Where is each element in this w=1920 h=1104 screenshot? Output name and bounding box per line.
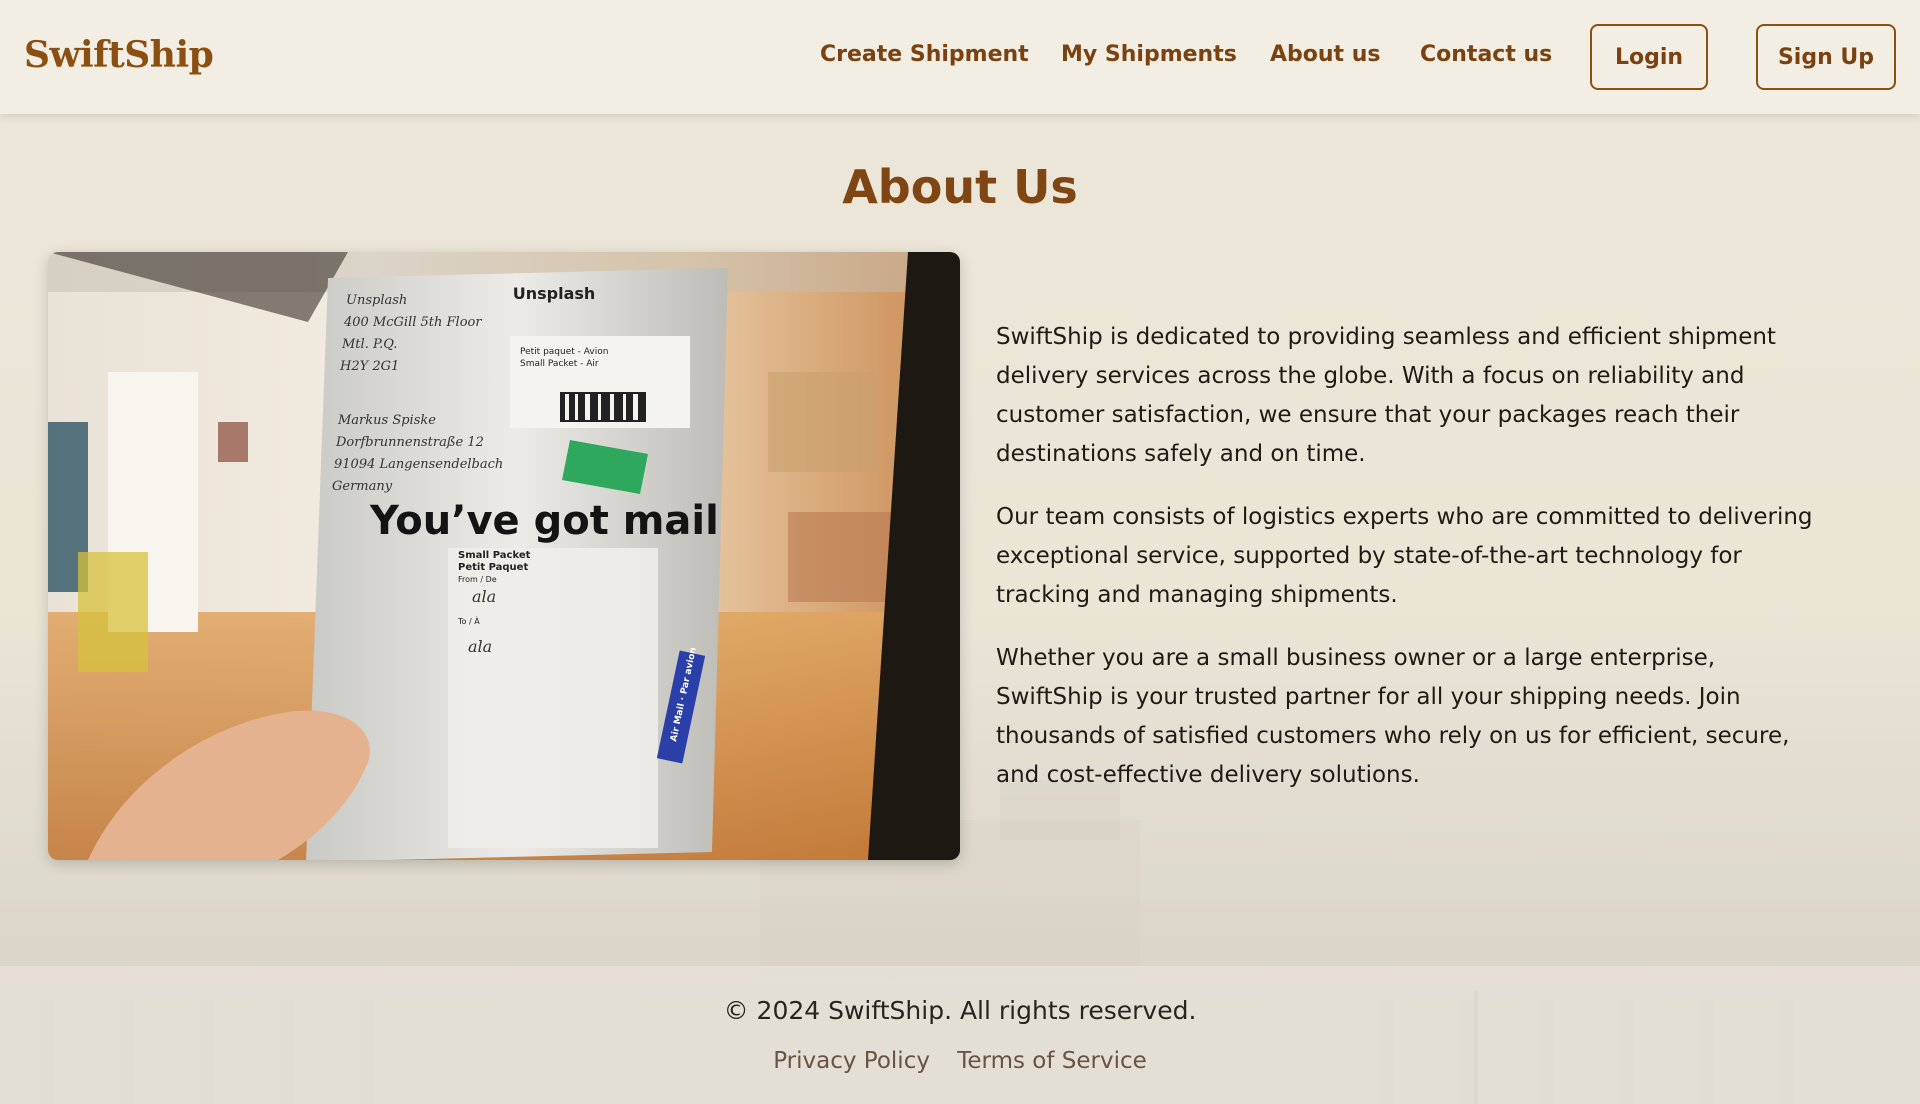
handwritten-to: ala [468, 637, 492, 656]
site-header: SwiftShip Create Shipment My Shipments A… [0, 0, 1920, 114]
site-footer: © 2024 SwiftShip. All rights reserved. P… [0, 966, 1920, 1104]
address-line: Dorfbrunnenstraße 12 [335, 435, 484, 450]
handwritten-from: ala [472, 587, 496, 606]
about-paragraph-team: Our team consists of logistics experts w… [996, 504, 1813, 608]
about-paragraph-customers: Whether you are a small business owner o… [996, 645, 1790, 788]
address-line: Mtl. P.Q. [341, 337, 397, 352]
login-button[interactable]: Login [1590, 24, 1708, 90]
nav-contact-us[interactable]: Contact us [1420, 42, 1552, 67]
copyright-text: © 2024 SwiftShip. All rights reserved. [723, 996, 1197, 1025]
package-headline: You’ve got mail [369, 498, 719, 544]
from-label: From / De [458, 575, 497, 584]
about-paragraph-mission: SwiftShip is dedicated to providing seam… [996, 324, 1776, 467]
address-line: Germany [332, 479, 393, 494]
nav-my-shipments[interactable]: My Shipments [1061, 42, 1237, 67]
signup-button[interactable]: Sign Up [1756, 24, 1896, 90]
label-subtitle-text: Small Packet - Air [520, 359, 599, 369]
terms-of-service-link[interactable]: Terms of Service [957, 1048, 1147, 1074]
address-line: Markus Spiske [337, 413, 436, 428]
package-photo: Unsplash Petit paquet - Avion Small Pack… [48, 252, 960, 860]
page-title: About Us [842, 160, 1078, 214]
label-title-text: Petit paquet - Avion [520, 347, 608, 357]
packet-text-2: Petit Paquet [458, 562, 528, 573]
address-line: 91094 Langensendelbach [334, 457, 503, 472]
package-brand-text: Unsplash [513, 284, 596, 303]
address-line: H2Y 2G1 [339, 359, 399, 374]
about-description: SwiftShip is dedicated to providing seam… [996, 318, 1826, 819]
nav-about-us[interactable]: About us [1270, 42, 1380, 67]
site-logo[interactable]: SwiftShip [24, 34, 214, 76]
footer-links: Privacy Policy Terms of Service [0, 1048, 1920, 1074]
address-line: 400 McGill 5th Floor [343, 315, 482, 330]
packet-text-1: Small Packet [458, 550, 531, 561]
privacy-policy-link[interactable]: Privacy Policy [773, 1048, 930, 1074]
to-label: To / À [457, 615, 480, 626]
nav-create-shipment[interactable]: Create Shipment [820, 42, 1029, 67]
address-line: Unsplash [346, 293, 407, 308]
